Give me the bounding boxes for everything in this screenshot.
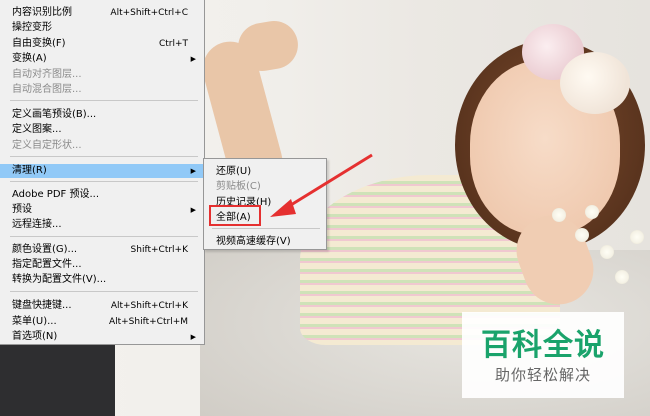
menu-item[interactable]: 自由变换(F) Ctrl+T	[0, 37, 204, 51]
menu-separator	[10, 156, 198, 157]
submenu-separator	[212, 228, 320, 229]
menu-separator	[10, 291, 198, 292]
menu-item: 定义自定形状...	[0, 139, 204, 153]
watermark: 百科全说 助你轻松解决	[462, 312, 624, 398]
flower	[600, 245, 614, 259]
submenu-item: 剪贴板(C)	[204, 180, 326, 194]
menu-item-label: 转换为配置文件(V)...	[12, 274, 107, 285]
submenu-arrow-icon: ▶	[190, 333, 196, 341]
menu-item-label: Adobe PDF 预设...	[12, 189, 100, 200]
hair-bow-white	[560, 52, 630, 114]
menu-item[interactable]: 转换为配置文件(V)...	[0, 273, 204, 287]
menu-item-shortcut: Alt+Shift+Ctrl+M	[108, 317, 188, 327]
menu-item[interactable]: 颜色设置(G)... Shift+Ctrl+K	[0, 243, 204, 257]
menu-item[interactable]: 变换(A) ▶	[0, 52, 204, 66]
menu-item[interactable]: 清理(R) ▶	[0, 164, 204, 178]
menu-item-label: 清理(R)	[12, 165, 47, 176]
menu-item-label: 首选项(N)	[12, 331, 58, 342]
menu-item-label: 自动对齐图层...	[12, 69, 82, 80]
menu-item[interactable]: 操控变形	[0, 21, 204, 35]
menu-item-shortcut: Shift+Ctrl+K	[130, 245, 188, 255]
flower	[630, 230, 644, 244]
submenu-arrow-icon: ▶	[190, 55, 196, 63]
highlight-box-all	[209, 205, 261, 226]
menu-item[interactable]: Adobe PDF 预设...	[0, 188, 204, 202]
menu-item-label: 指定配置文件...	[12, 259, 82, 270]
menu-item-label: 远程连接...	[12, 219, 62, 230]
menu-item-label: 定义自定形状...	[12, 140, 82, 151]
menu-item-label: 变换(A)	[12, 53, 47, 64]
menu-item-label: 内容识别比例	[12, 7, 72, 18]
flower	[585, 205, 599, 219]
menu-item-label: 颜色设置(G)...	[12, 244, 78, 255]
submenu-item-label: 剪贴板(C)	[216, 181, 261, 192]
menu-item-label: 自动混合图层...	[12, 84, 82, 95]
menu-item[interactable]: 菜单(U)... Alt+Shift+Ctrl+M	[0, 315, 204, 329]
menu-item-label: 定义画笔预设(B)...	[12, 109, 97, 120]
flower	[575, 228, 589, 242]
menu-item[interactable]: 定义画笔预设(B)...	[0, 108, 204, 122]
dark-canvas-area	[0, 345, 115, 416]
flower	[552, 208, 566, 222]
submenu-item-label: 还原(U)	[216, 166, 252, 177]
menu-item-label: 操控变形	[12, 22, 52, 33]
menu-item-label: 预设	[12, 204, 32, 215]
menu-item[interactable]: 内容识别比例 Alt+Shift+Ctrl+C	[0, 6, 204, 20]
menu-item: 自动混合图层...	[0, 83, 204, 97]
menu-item[interactable]: 指定配置文件...	[0, 258, 204, 272]
submenu-item[interactable]: 还原(U)	[204, 165, 326, 179]
submenu-item[interactable]: 视频高速缓存(V)	[204, 235, 326, 249]
menu-item[interactable]: 预设 ▶	[0, 203, 204, 217]
menu-item-label: 键盘快捷键...	[12, 300, 72, 311]
menu-separator	[10, 100, 198, 101]
menu-item[interactable]: 键盘快捷键... Alt+Shift+Ctrl+K	[0, 299, 204, 313]
menu-item[interactable]: 首选项(N) ▶	[0, 330, 204, 344]
menu-separator	[10, 181, 198, 182]
menu-item-shortcut: Ctrl+T	[158, 39, 188, 49]
menu-separator	[10, 236, 198, 237]
menu-item-shortcut: Alt+Shift+Ctrl+C	[110, 8, 188, 18]
menu-item[interactable]: 远程连接...	[0, 218, 204, 232]
menu-item[interactable]: 定义图案...	[0, 123, 204, 137]
menu-item-label: 菜单(U)...	[12, 316, 57, 327]
edit-menu: 内容识别比例 Alt+Shift+Ctrl+C 操控变形自由变换(F) Ctrl+T 变…	[0, 0, 205, 345]
menu-item-label: 定义图案...	[12, 124, 62, 135]
submenu-arrow-icon: ▶	[190, 206, 196, 214]
menu-item: 自动对齐图层...	[0, 68, 204, 82]
purge-submenu: 还原(U) 剪贴板(C) 历史记录(H) 全部(A) 视频高速缓存(V)	[203, 158, 327, 250]
flower	[615, 270, 629, 284]
watermark-title: 百科全说	[481, 328, 605, 363]
watermark-subtitle: 助你轻松解决	[494, 366, 591, 384]
menu-item-label: 自由变换(F)	[12, 38, 66, 49]
submenu-item-label: 视频高速缓存(V)	[216, 236, 291, 247]
submenu-arrow-icon: ▶	[190, 167, 196, 175]
menu-item-shortcut: Alt+Shift+Ctrl+K	[110, 301, 188, 311]
